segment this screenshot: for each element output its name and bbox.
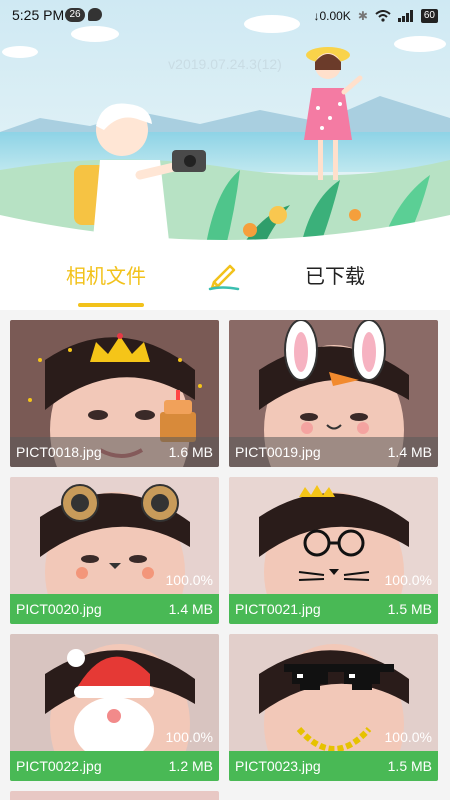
photo-tile-partial[interactable]: [10, 791, 219, 800]
tab-camera-files-label: 相机文件: [66, 264, 146, 288]
file-name: PICT0019.jpg: [235, 444, 321, 460]
file-name: PICT0023.jpg: [235, 758, 321, 774]
photo-tile[interactable]: PICT0019.jpg 1.4 MB: [229, 320, 438, 467]
wifi-icon: [375, 10, 391, 22]
photo-grid: PICT0018.jpg 1.6 MB PICT0019.jpg 1.4 MB …: [0, 310, 450, 800]
file-size: 1.5 MB: [387, 758, 432, 774]
message-icon: [88, 8, 102, 21]
download-progress: 100.0%: [384, 572, 432, 588]
battery-icon: 60: [420, 9, 438, 23]
file-size: 1.4 MB: [168, 601, 213, 617]
photo-tile[interactable]: PICT0018.jpg 1.6 MB: [10, 320, 219, 467]
status-right: ↓0.00K ✱ 60: [313, 7, 438, 25]
photo-tile[interactable]: 100.0% PICT0022.jpg 1.2 MB: [10, 634, 219, 781]
file-size: 1.4 MB: [387, 444, 432, 460]
photo-tile[interactable]: 100.0% PICT0023.jpg 1.5 MB: [229, 634, 438, 781]
file-size: 1.6 MB: [168, 444, 213, 460]
app-screen: v2019.07.24.3(12) 5:25 PM 26 ↓0.00K ✱ 60…: [0, 0, 450, 800]
notification-badge: 26: [65, 8, 85, 22]
active-tab-indicator: [78, 303, 144, 307]
edit-pen-icon[interactable]: [206, 256, 242, 292]
banner-illustration: [0, 0, 450, 250]
app-version: v2019.07.24.3(12): [168, 56, 282, 72]
download-progress: 100.0%: [384, 729, 432, 745]
signal-icon: [397, 10, 413, 22]
file-name: PICT0020.jpg: [16, 601, 102, 617]
file-name: PICT0022.jpg: [16, 758, 102, 774]
status-bar: 5:25 PM 26 ↓0.00K ✱ 60: [0, 0, 450, 32]
network-speed: ↓0.00K: [313, 9, 351, 23]
file-size: 1.2 MB: [168, 758, 213, 774]
status-time: 5:25 PM: [12, 7, 65, 23]
photo-tile[interactable]: 100.0% PICT0020.jpg 1.4 MB: [10, 477, 219, 624]
tab-downloaded[interactable]: 已下载: [305, 260, 365, 300]
photo-tile[interactable]: 100.0% PICT0021.jpg 1.5 MB: [229, 477, 438, 624]
file-size: 1.5 MB: [387, 601, 432, 617]
download-progress: 100.0%: [165, 729, 213, 745]
file-name: PICT0021.jpg: [235, 601, 321, 617]
file-name: PICT0018.jpg: [16, 444, 102, 460]
bluetooth-icon: ✱: [357, 9, 368, 23]
download-progress: 100.0%: [165, 572, 213, 588]
tab-downloaded-label: 已下载: [305, 264, 365, 288]
tab-camera-files[interactable]: 相机文件: [66, 260, 146, 307]
